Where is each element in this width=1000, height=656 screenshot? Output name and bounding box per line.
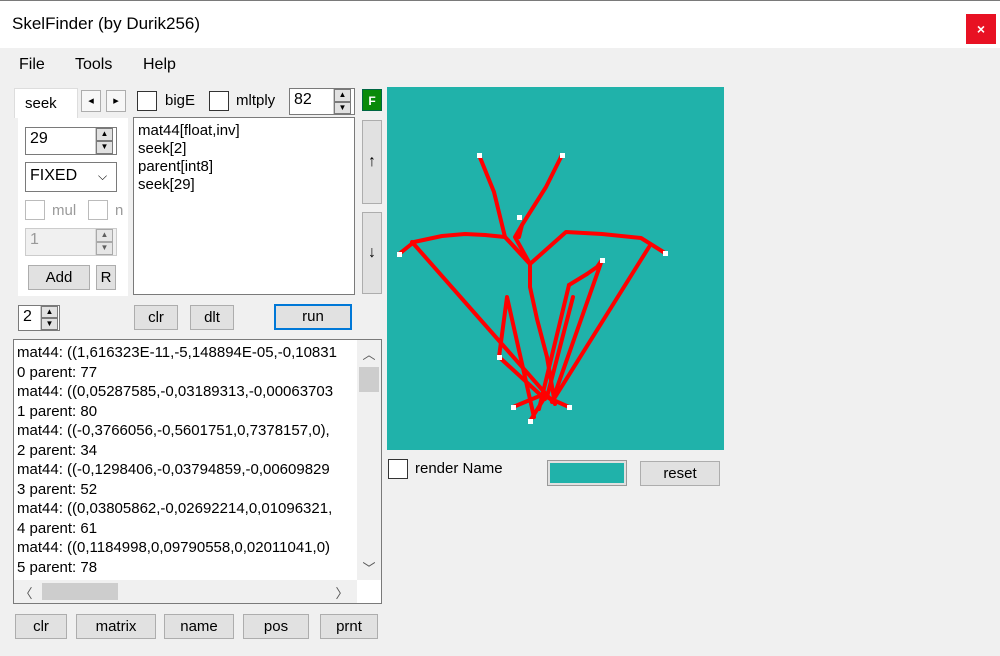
spin-down-icon[interactable]: ▼ [41,318,58,330]
prnt-button[interactable]: prnt [320,614,378,639]
color-picker-button[interactable] [547,460,627,486]
log-line: mat44: ((-0,1298406,-0,03794859,-0,00609… [17,461,330,478]
joint [397,252,402,257]
mltply-checkbox[interactable] [209,91,229,111]
log-line: mat44: ((1,616323E-11,-5,148894E-05,-0,1… [17,344,337,361]
menu-file[interactable]: File [19,56,45,74]
run-button[interactable]: run [274,304,352,330]
log-line: mat44: ((-0,3766056,-0,5601751,0,7378157… [17,422,330,439]
log-line: 4 parent: 61 [17,519,98,537]
close-button[interactable]: × [966,14,996,44]
log-line: mat44: ((0,1184998,0,09790558,0,02011041… [17,539,331,556]
move-down-button[interactable]: ↓ [362,212,382,294]
mul-label: mul [52,202,77,219]
window-title: SkelFinder (by Durik256) [12,14,201,33]
bigE-label: bigE [165,92,196,109]
joint [600,258,605,263]
list-item[interactable]: parent[int8] [138,158,350,176]
scroll-down-icon[interactable]: ﹀ [357,558,381,577]
matrix-button[interactable]: matrix [76,614,156,639]
mltply-label: mltply [236,92,276,109]
render-name-checkbox[interactable] [388,459,408,479]
seek-value: 29 [30,130,48,147]
step-spinner[interactable]: ▲ ▼ [40,306,58,330]
type-select-value: FIXED [30,167,78,184]
list-item[interactable]: seek[29] [138,176,350,194]
list-clear-button[interactable]: clr [134,305,178,330]
menu-help[interactable]: Help [143,56,176,74]
count-value: 82 [294,91,312,108]
joint [497,355,502,360]
scroll-up-icon[interactable]: ︿ [357,344,381,363]
joint [567,405,572,410]
step-value: 2 [23,308,32,325]
log-line: mat44: ((0,05287585,-0,03189313,-0,00063… [17,383,334,400]
log-line: 2 parent: 34 [17,441,98,459]
type-select[interactable]: FIXED ⌵ [25,162,117,192]
seek-spinner[interactable]: ▲ ▼ [95,128,113,154]
list-delete-button[interactable]: dlt [190,305,234,330]
reset-button[interactable]: reset [640,461,720,486]
move-up-button[interactable]: ↑ [362,120,382,204]
command-list[interactable]: mat44[float,inv] seek[2] parent[int8] se… [133,117,355,295]
vertical-scrollbar[interactable]: ︿ ﹀ [357,340,381,580]
r-button[interactable]: R [96,265,116,290]
color-swatch [550,463,624,483]
menu-bar: File Tools Help [0,48,1000,82]
scroll-right-icon[interactable]: 〉 [334,583,350,602]
spin-up-icon[interactable]: ▲ [96,128,113,141]
repeat-spinner[interactable]: ▲ ▼ [95,229,113,255]
log-clear-button[interactable]: clr [15,614,67,639]
spin-down-icon[interactable]: ▼ [96,242,113,255]
log-line: 0 parent: 77 [17,363,98,381]
add-button[interactable]: Add [28,265,90,290]
tab-prev-button[interactable]: ◂ [81,90,101,112]
output-log[interactable]: mat44: ((1,616323E-11,-5,148894E-05,-0,1… [13,339,382,604]
n-label: n [115,202,124,219]
joint [477,153,482,158]
name-button[interactable]: name [164,614,234,639]
horizontal-scrollbar[interactable]: 〈 〉 [14,580,357,603]
scroll-left-icon[interactable]: 〈 [18,583,34,602]
spin-up-icon[interactable]: ▲ [41,306,58,318]
spin-up-icon[interactable]: ▲ [96,229,113,242]
list-item[interactable]: mat44[float,inv] [138,122,350,140]
list-item[interactable]: seek[2] [138,140,350,158]
joint [517,215,522,220]
spin-down-icon[interactable]: ▼ [334,101,351,114]
chevron-down-icon: ⌵ [98,169,108,183]
bigE-checkbox[interactable] [137,91,157,111]
tab-seek-label: seek [25,95,57,112]
skeleton-preview[interactable] [387,87,724,450]
log-line: 5 parent: 78 [17,558,98,576]
joint [560,153,565,158]
render-name-label: render Name [415,460,503,477]
spin-up-icon[interactable]: ▲ [334,89,351,102]
joint [511,405,516,410]
joint [528,419,533,424]
vertical-scroll-thumb[interactable] [359,367,379,392]
tab-seek[interactable]: seek [14,88,78,118]
spin-down-icon[interactable]: ▼ [96,141,113,154]
flag-button[interactable]: F [362,89,382,111]
tab-next-button[interactable]: ▸ [106,90,126,112]
skeleton-canvas[interactable] [387,87,724,450]
joint [663,251,668,256]
repeat-value: 1 [30,231,39,248]
log-line: mat44: ((0,03805862,-0,02692214,0,010963… [17,500,333,517]
horizontal-scroll-thumb[interactable] [42,583,118,600]
pos-button[interactable]: pos [243,614,309,639]
mul-checkbox[interactable] [25,200,45,220]
menu-tools[interactable]: Tools [75,56,112,74]
n-checkbox[interactable] [88,200,108,220]
log-line: 3 parent: 52 [17,480,98,498]
count-spinner[interactable]: ▲ ▼ [333,89,351,114]
log-lines: mat44: ((1,616323E-11,-5,148894E-05,-0,1… [17,343,357,577]
log-line: 1 parent: 80 [17,402,98,420]
